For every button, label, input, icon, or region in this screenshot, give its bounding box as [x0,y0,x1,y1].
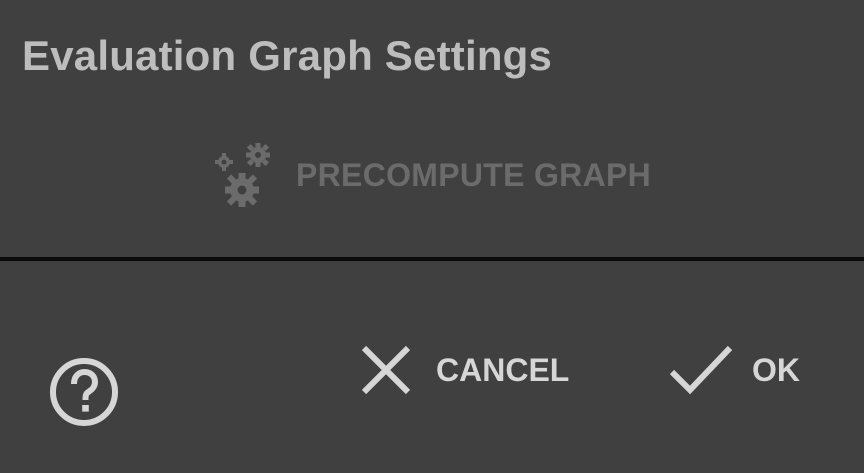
help-button[interactable] [48,356,120,428]
help-circle-icon [50,358,118,426]
ok-button[interactable]: OK [668,340,800,400]
evaluation-graph-settings-dialog: Evaluation Graph Settings PRECOMPUTE GRA… [0,0,864,473]
gears-icon [215,143,270,207]
close-icon [361,345,411,395]
cancel-button[interactable]: CANCEL [358,340,569,400]
dialog-title: Evaluation Graph Settings [22,32,553,79]
precompute-graph-button[interactable]: PRECOMPUTE GRAPH [212,138,651,212]
precompute-graph-label: PRECOMPUTE GRAPH [296,156,652,193]
divider [0,257,864,261]
ok-label: OK [752,351,800,388]
cancel-label: CANCEL [436,351,570,388]
checkmark-icon [669,345,733,395]
